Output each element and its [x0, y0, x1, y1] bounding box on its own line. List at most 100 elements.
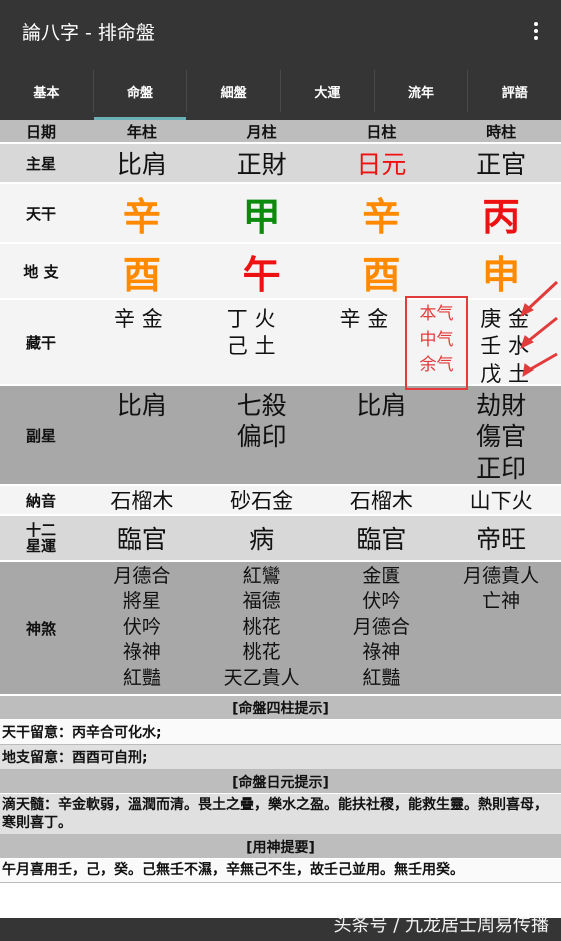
section-title-four-pillars: [命盤四柱提示] — [0, 696, 561, 720]
header-year-pillar: 年柱 — [126, 122, 157, 141]
tab-major-luck[interactable]: 大運 — [281, 62, 374, 120]
note-di-tian-sui: 滴天髓：辛金軟弱，溫潤而清。畏土之疊，樂水之盈。能扶社稷，能救生靈。熱則喜母，寒… — [0, 794, 561, 836]
nayin-day: 石榴木 — [349, 489, 413, 513]
section-title-useful-god: [用神提要] — [0, 835, 561, 860]
shensha-day: 金匱 伏吟 月德合 祿神 紅豔 — [322, 562, 442, 691]
shensha-text: 亡神 — [482, 590, 521, 613]
nayin-month: 砂石金 — [230, 489, 294, 513]
shensha-row: 神煞 月德合 將星 伏吟 祿神 紅豔 紅鸞 福德 桃花 桃花 天乙貴人 金匱 伏… — [0, 562, 561, 696]
app-bar: 論八字 - 排命盤 — [0, 0, 561, 62]
hidden-month: 丁 火 己 土 — [195, 300, 308, 361]
more-options-icon[interactable] — [521, 16, 551, 46]
shensha-text: 桃花 — [242, 615, 281, 638]
sub-star-text: 比肩 — [356, 391, 407, 420]
nayin-hour: 山下火 — [469, 489, 533, 513]
row-label: 主星 — [25, 154, 56, 173]
hidden-stems-row: 藏干 辛 金 丁 火 己 土 辛 金 庚 金 壬 水 戊 土 — [0, 300, 561, 386]
sub-star-day: 比肩 — [322, 386, 442, 421]
stage-year: 臨官 — [116, 525, 167, 554]
sub-star-row: 副星 比肩 七殺 偏印 比肩 劫財 傷官 正印 — [0, 386, 561, 486]
row-label: 藏干 — [25, 333, 56, 352]
section-title-day-master: [命盤日元提示] — [0, 770, 561, 794]
row-label: 地 支 — [23, 262, 59, 281]
shensha-text: 祿神 — [122, 641, 161, 664]
shensha-text: 將星 — [122, 590, 161, 613]
sub-star-text: 七殺 — [236, 391, 287, 420]
shensha-text: 金匱 — [362, 565, 401, 587]
row-label-line: 星運 — [25, 537, 56, 555]
branch-day: 酉 — [362, 252, 401, 297]
header-month-pillar: 月柱 — [246, 122, 277, 141]
annotation-arrows-icon — [520, 280, 559, 377]
shensha-text: 天乙貴人 — [223, 666, 300, 689]
shensha-text: 祿神 — [362, 641, 401, 664]
tab-annual-luck[interactable]: 流年 — [375, 62, 468, 120]
note-earthly-branch: 地支留意：酉酉可自刑; — [0, 745, 561, 770]
shensha-year: 月德合 將星 伏吟 祿神 紅豔 — [82, 562, 202, 691]
branch-year: 酉 — [122, 252, 161, 297]
row-label: 納音 — [25, 491, 56, 510]
watermark: 头条号 / 九龙居士周易传播 — [333, 915, 549, 936]
annotation-text: 中气 — [419, 329, 454, 350]
stem-year: 辛 — [122, 194, 161, 239]
sub-star-text: 劫財 — [476, 391, 527, 420]
annotation-text: 余气 — [419, 355, 454, 375]
table-header-row: 日期 年柱 月柱 日柱 時柱 — [0, 120, 561, 144]
tab-chart[interactable]: 命盤 — [93, 62, 187, 120]
bazi-chart-table: 日期 年柱 月柱 日柱 時柱 主星 比肩 正財 日元 正官 天干 辛 甲 辛 丙… — [0, 120, 561, 883]
nayin-year: 石榴木 — [110, 489, 174, 513]
sub-star-text: 傷官 — [476, 422, 527, 452]
sub-star-text: 正印 — [476, 453, 527, 483]
main-star-hour: 正官 — [476, 150, 527, 179]
qi-annotation-box: 本气 中气 余气 — [405, 296, 468, 390]
main-star-month: 正財 — [236, 150, 287, 179]
heavenly-stem-row: 天干 辛 甲 辛 丙 — [0, 184, 561, 244]
stem-month: 甲 — [242, 194, 281, 239]
row-label: 副星 — [25, 426, 56, 445]
shensha-text: 紅豔 — [122, 666, 161, 689]
stem-hour: 丙 — [482, 194, 521, 239]
shensha-text: 桃花 — [242, 641, 281, 664]
sub-star-hour: 劫財 傷官 正印 — [441, 386, 561, 484]
row-label: 十二 星運 — [0, 516, 82, 560]
shensha-text: 伏吟 — [122, 615, 161, 638]
shensha-text: 月德合 — [352, 615, 410, 638]
shensha-text: 伏吟 — [362, 590, 401, 613]
shensha-text: 紅豔 — [362, 666, 401, 689]
earthly-branch-row: 地 支 酉 午 酉 申 — [0, 244, 561, 300]
main-star-day: 日元 — [356, 150, 407, 179]
note-useful-god: 午月喜用壬，己，癸。己無壬不濕，辛無己不生，故壬己並用。無壬用癸。 — [0, 859, 561, 883]
header-day-pillar: 日柱 — [366, 122, 397, 141]
app-title: 論八字 - 排命盤 — [22, 22, 155, 44]
stage-day: 臨官 — [356, 525, 407, 554]
sub-star-month: 七殺 偏印 — [202, 386, 322, 453]
main-star-row: 主星 比肩 正財 日元 正官 — [0, 144, 561, 184]
stage-hour: 帝旺 — [476, 525, 527, 554]
branch-month: 午 — [242, 252, 281, 297]
tab-comments[interactable]: 評語 — [468, 62, 561, 120]
shensha-hour: 月德貴人 亡神 — [441, 562, 561, 615]
stem-day: 辛 — [362, 194, 401, 239]
tab-detail-chart[interactable]: 細盤 — [187, 62, 280, 120]
shensha-text: 福德 — [242, 590, 281, 613]
hidden-stem-text: 辛 金 — [339, 307, 389, 331]
sub-star-text: 比肩 — [116, 391, 167, 420]
hidden-stem-text: 己 土 — [226, 334, 276, 359]
sub-star-year: 比肩 — [82, 386, 202, 421]
sub-star-text: 偏印 — [236, 422, 287, 452]
header-hour-pillar: 時柱 — [486, 122, 517, 141]
tab-bar: 基本 命盤 細盤 大運 流年 評語 — [0, 62, 561, 120]
shensha-text: 紅鸞 — [242, 565, 281, 587]
hidden-day: 辛 金 — [308, 300, 421, 333]
tab-basic[interactable]: 基本 — [0, 62, 93, 120]
shensha-text: 月德貴人 — [463, 565, 540, 587]
shensha-text: 月德合 — [113, 565, 171, 587]
row-label: 神煞 — [25, 619, 56, 638]
hidden-year: 辛 金 — [82, 300, 195, 333]
note-heavenly-stem: 天干留意：丙辛合可化水; — [0, 720, 561, 745]
shensha-month: 紅鸞 福德 桃花 桃花 天乙貴人 — [202, 562, 322, 691]
nayin-row: 納音 石榴木 砂石金 石榴木 山下火 — [0, 486, 561, 516]
annotation-text: 本气 — [419, 304, 454, 324]
twelve-stages-row: 十二 星運 臨官 病 臨官 帝旺 — [0, 516, 561, 562]
row-label: 天干 — [25, 204, 56, 223]
